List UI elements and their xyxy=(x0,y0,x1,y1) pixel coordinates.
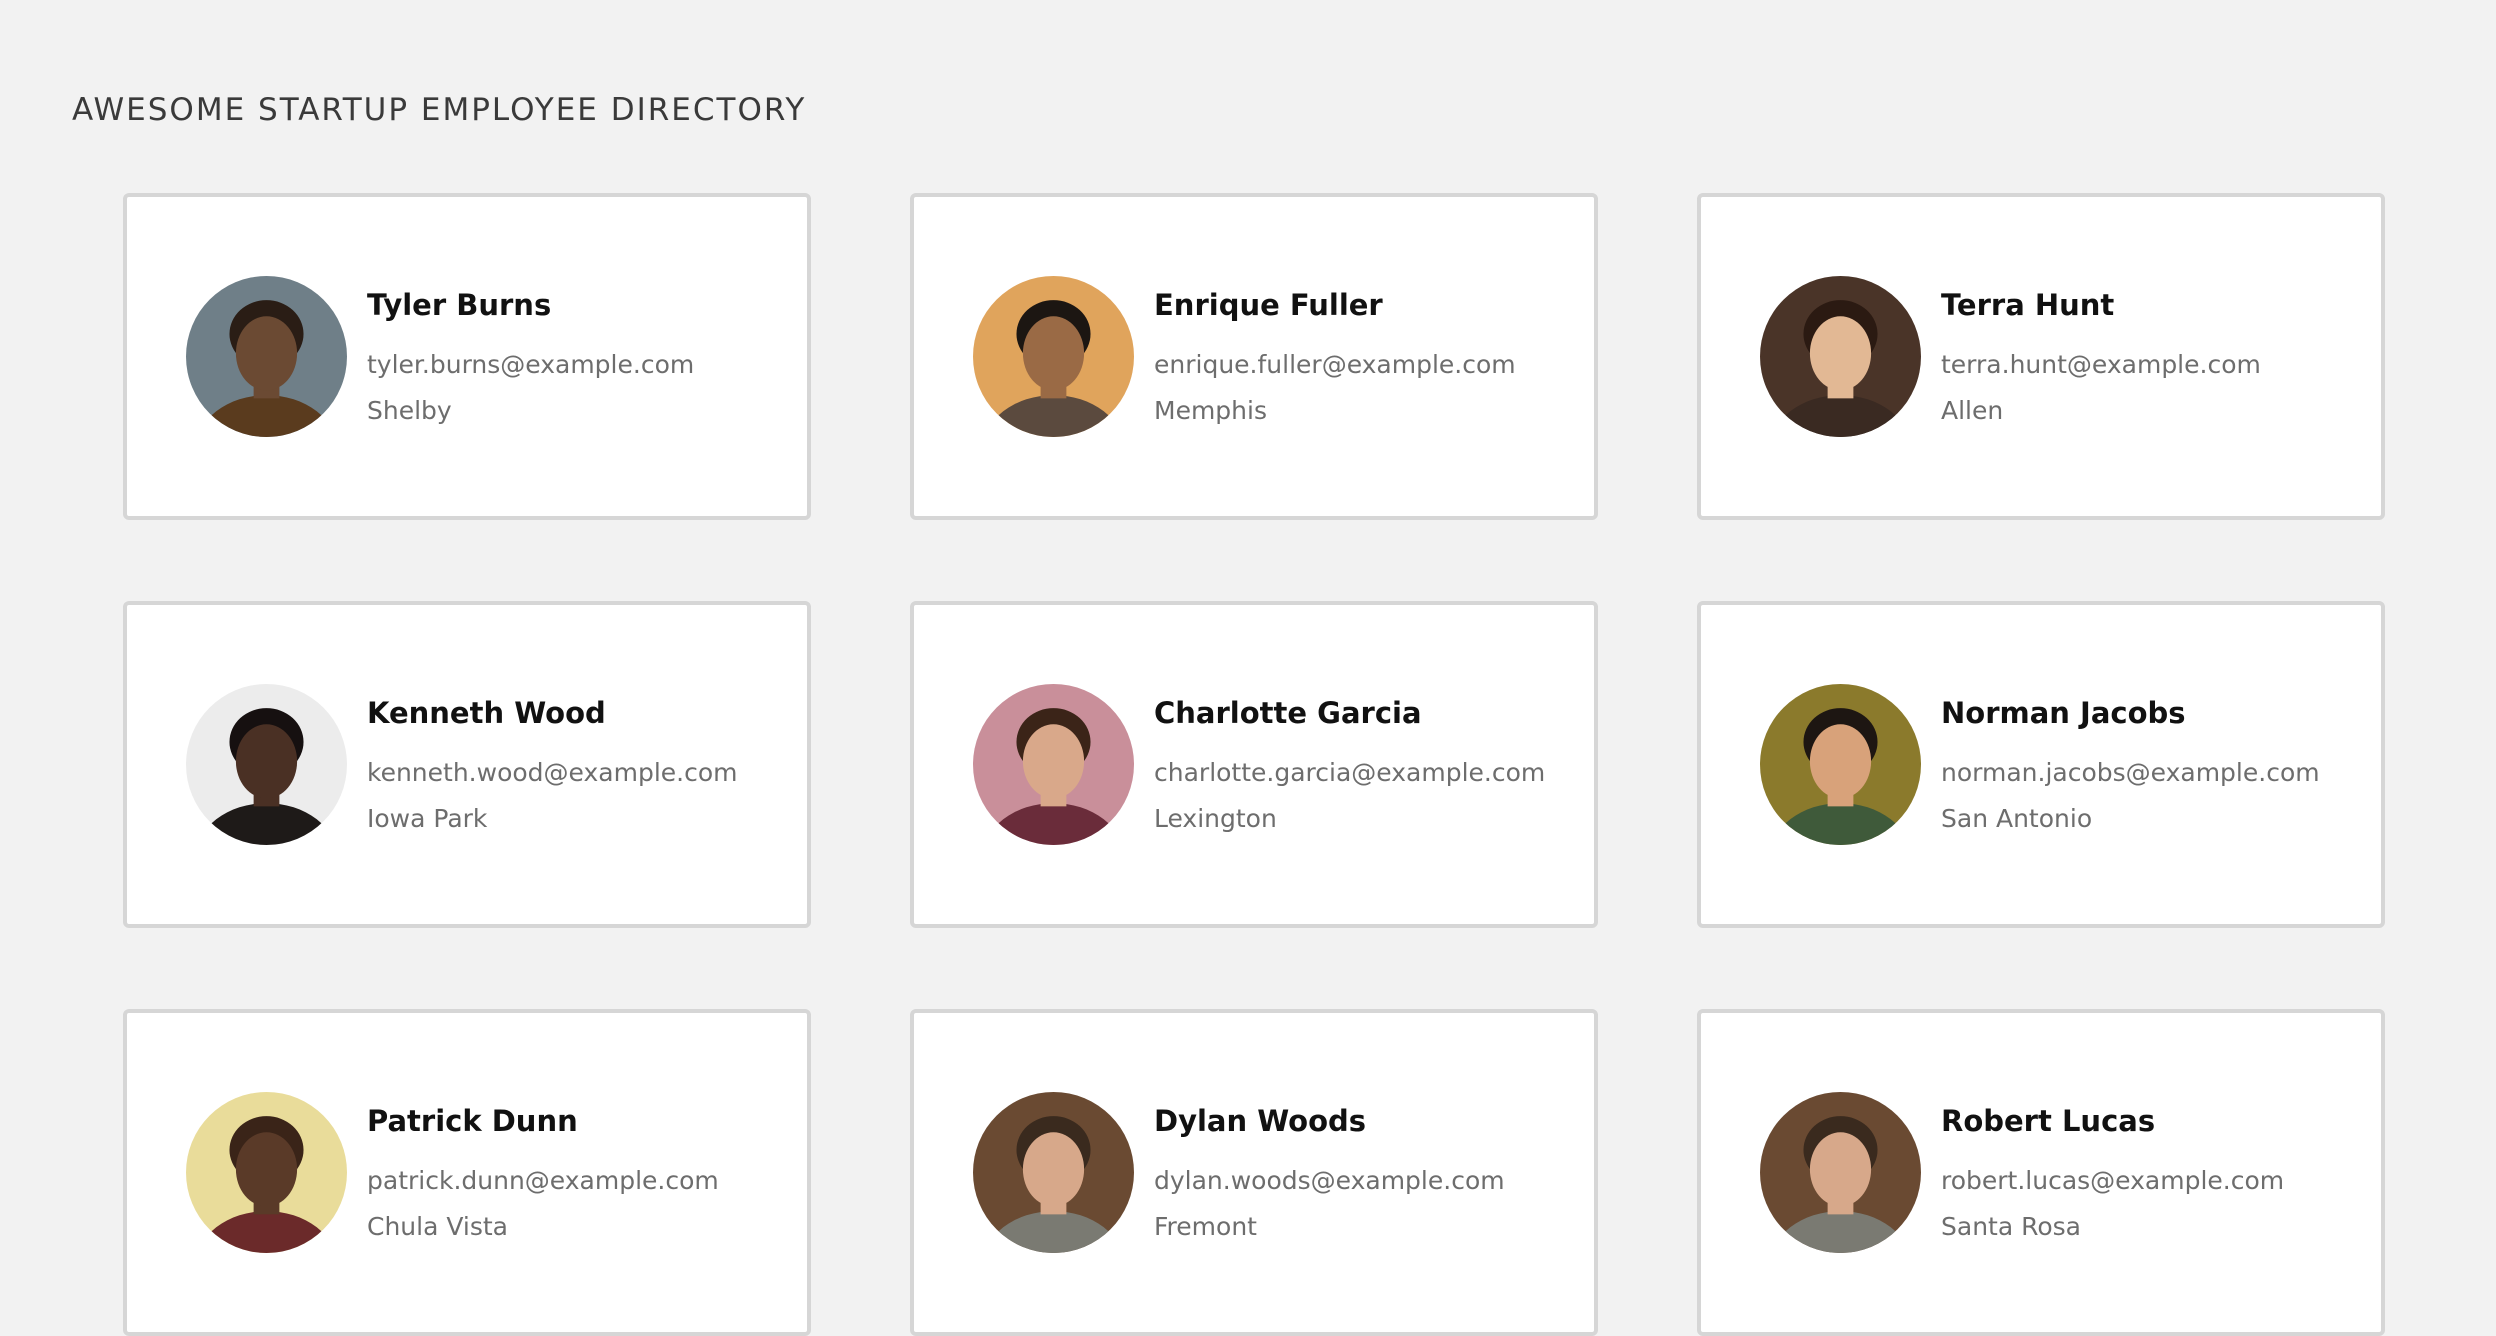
avatar-face xyxy=(1809,1132,1872,1207)
employee-card[interactable]: Robert Lucas robert.lucas@example.com Sa… xyxy=(1697,1009,2385,1336)
employee-city: Memphis xyxy=(1154,395,1267,425)
employee-city: Allen xyxy=(1941,395,2004,425)
employee-info: Dylan Woods dylan.woods@example.com Frem… xyxy=(1154,1101,1505,1245)
avatar xyxy=(1760,276,1921,437)
avatar-portrait xyxy=(973,684,1134,845)
employee-info: Terra Hunt terra.hunt@example.com Allen xyxy=(1941,285,2261,429)
employee-city: Iowa Park xyxy=(367,803,488,833)
employee-city: Chula Vista xyxy=(367,1211,509,1241)
avatar-portrait xyxy=(1760,684,1921,845)
employee-info: Enrique Fuller enrique.fuller@example.co… xyxy=(1154,285,1516,429)
avatar xyxy=(973,684,1134,845)
avatar xyxy=(186,684,347,845)
employee-info: Robert Lucas robert.lucas@example.com Sa… xyxy=(1941,1101,2284,1245)
avatar xyxy=(973,276,1134,437)
avatar xyxy=(973,1092,1134,1253)
avatar-portrait xyxy=(973,1092,1134,1253)
avatar xyxy=(186,276,347,437)
employee-email: patrick.dunn@example.com xyxy=(367,1165,719,1195)
avatar-face xyxy=(235,1132,298,1207)
avatar-face xyxy=(1022,316,1085,391)
employee-email: tyler.burns@example.com xyxy=(367,349,695,379)
employee-email: charlotte.garcia@example.com xyxy=(1154,757,1546,787)
employee-name: Robert Lucas xyxy=(1941,1103,2156,1138)
avatar-face xyxy=(1809,316,1872,391)
employee-card[interactable]: Kenneth Wood kenneth.wood@example.com Io… xyxy=(123,601,811,928)
avatar-face xyxy=(1022,1132,1085,1207)
avatar-face xyxy=(235,724,298,799)
page-title: AWESOME STARTUP EMPLOYEE DIRECTORY xyxy=(72,92,807,128)
employee-name: Patrick Dunn xyxy=(367,1103,578,1138)
employee-name: Kenneth Wood xyxy=(367,695,606,730)
employee-grid: Tyler Burns tyler.burns@example.com Shel… xyxy=(123,193,2385,1336)
employee-name: Charlotte Garcia xyxy=(1154,695,1422,730)
employee-email: dylan.woods@example.com xyxy=(1154,1165,1505,1195)
employee-email: kenneth.wood@example.com xyxy=(367,757,738,787)
employee-card[interactable]: Terra Hunt terra.hunt@example.com Allen xyxy=(1697,193,2385,520)
employee-card[interactable]: Charlotte Garcia charlotte.garcia@exampl… xyxy=(910,601,1598,928)
employee-card[interactable]: Tyler Burns tyler.burns@example.com Shel… xyxy=(123,193,811,520)
employee-city: Lexington xyxy=(1154,803,1277,833)
employee-name: Dylan Woods xyxy=(1154,1103,1367,1138)
employee-city: San Antonio xyxy=(1941,803,2093,833)
employee-name: Tyler Burns xyxy=(367,287,552,322)
avatar-portrait xyxy=(1760,1092,1921,1253)
employee-email: norman.jacobs@example.com xyxy=(1941,757,2320,787)
avatar xyxy=(186,1092,347,1253)
employee-city: Santa Rosa xyxy=(1941,1211,2081,1241)
employee-info: Charlotte Garcia charlotte.garcia@exampl… xyxy=(1154,693,1545,837)
avatar-portrait xyxy=(186,684,347,845)
employee-email: terra.hunt@example.com xyxy=(1941,349,2261,379)
employee-card[interactable]: Patrick Dunn patrick.dunn@example.com Ch… xyxy=(123,1009,811,1336)
employee-directory-page: AWESOME STARTUP EMPLOYEE DIRECTORY Tyler… xyxy=(0,0,2496,1336)
employee-email: robert.lucas@example.com xyxy=(1941,1165,2285,1195)
employee-name: Enrique Fuller xyxy=(1154,287,1383,322)
avatar-face xyxy=(235,316,298,391)
employee-info: Patrick Dunn patrick.dunn@example.com Ch… xyxy=(367,1101,719,1245)
employee-card[interactable]: Enrique Fuller enrique.fuller@example.co… xyxy=(910,193,1598,520)
employee-card[interactable]: Dylan Woods dylan.woods@example.com Frem… xyxy=(910,1009,1598,1336)
employee-info: Tyler Burns tyler.burns@example.com Shel… xyxy=(367,285,694,429)
avatar-portrait xyxy=(186,1092,347,1253)
avatar-portrait xyxy=(1760,276,1921,437)
employee-info: Norman Jacobs norman.jacobs@example.com … xyxy=(1941,693,2320,837)
employee-info: Kenneth Wood kenneth.wood@example.com Io… xyxy=(367,693,737,837)
employee-card[interactable]: Norman Jacobs norman.jacobs@example.com … xyxy=(1697,601,2385,928)
employee-city: Shelby xyxy=(367,395,452,425)
employee-email: enrique.fuller@example.com xyxy=(1154,349,1516,379)
avatar-portrait xyxy=(973,276,1134,437)
avatar-face xyxy=(1809,724,1872,799)
avatar-face xyxy=(1022,724,1085,799)
employee-name: Norman Jacobs xyxy=(1941,695,2186,730)
employee-city: Fremont xyxy=(1154,1211,1257,1241)
avatar xyxy=(1760,684,1921,845)
avatar-portrait xyxy=(186,276,347,437)
avatar xyxy=(1760,1092,1921,1253)
employee-name: Terra Hunt xyxy=(1941,287,2115,322)
